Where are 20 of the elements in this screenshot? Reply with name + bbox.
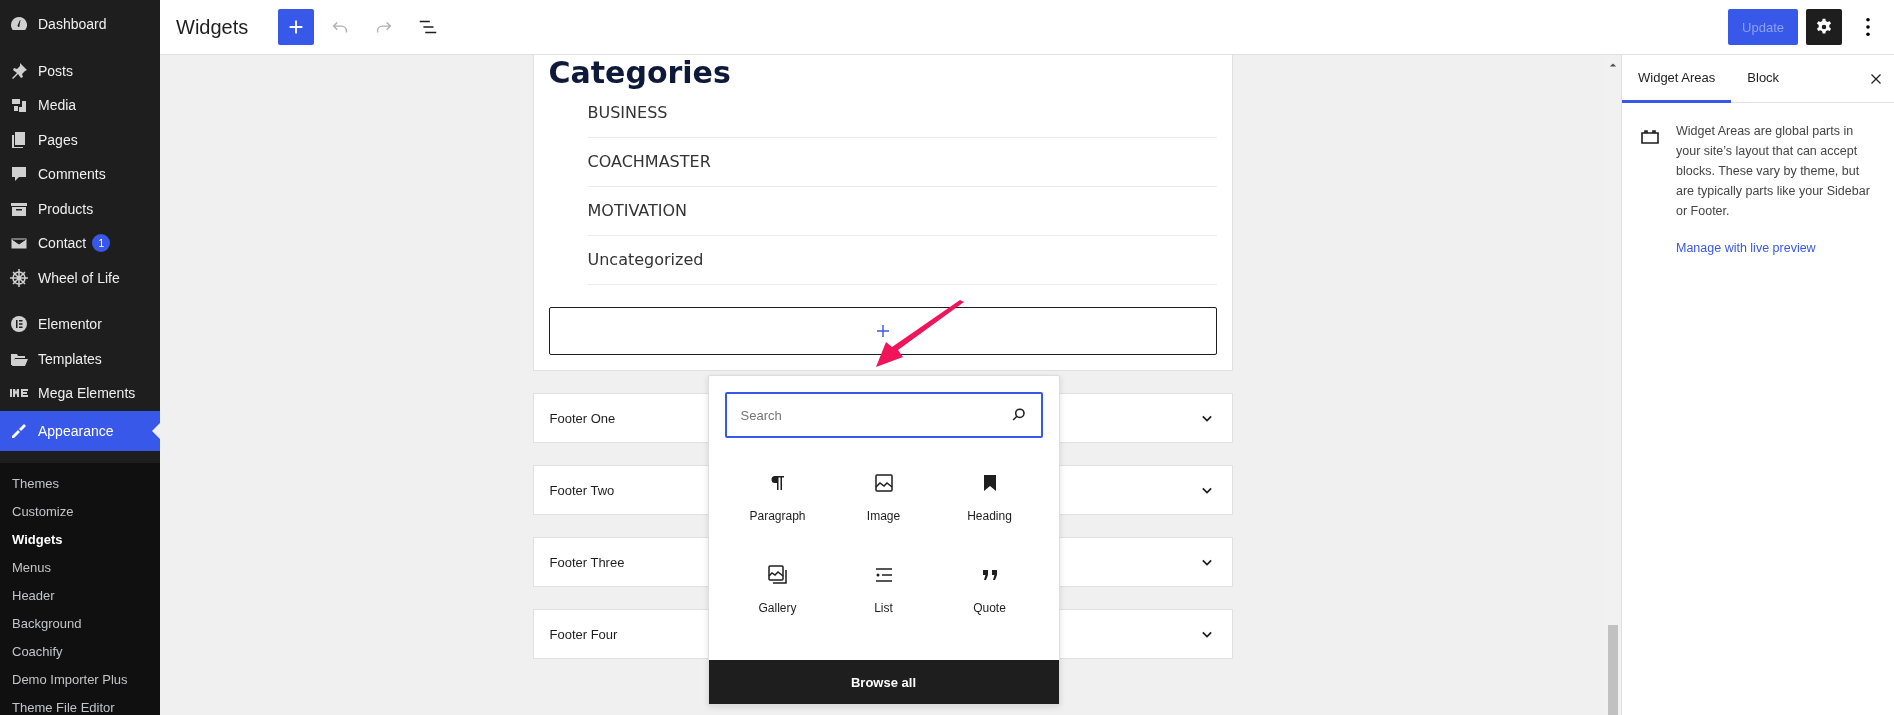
categories-heading: Categories <box>548 55 732 89</box>
menu-label: Dashboard <box>38 16 107 33</box>
widget-area-title: Footer One <box>549 410 616 426</box>
menu-label: Mega Elements <box>38 385 136 402</box>
notification-badge: 1 <box>92 234 111 253</box>
menu-label: Pages <box>38 131 78 148</box>
widget-area-title: Footer Three <box>549 554 625 570</box>
panel-description: Widget Areas are global parts in your site’s layout that can accept blocks. These vary by theme, but are typically parts like your Sidebar or Footer. <box>1676 123 1871 220</box>
menu-label: Appearance <box>38 422 114 439</box>
widget-area-title: Footer Four <box>549 626 618 642</box>
widget-area-title: Footer Two <box>549 482 615 498</box>
menu-label: Media <box>38 97 77 114</box>
menu-label: Elementor <box>38 316 102 333</box>
menu-label: Wheel of Life <box>38 269 120 286</box>
menu-label: Templates <box>38 350 102 367</box>
menu-label: Products <box>38 200 94 217</box>
menu-label: Comments <box>38 166 106 183</box>
menu-label: Posts <box>38 62 73 79</box>
menu-label: Contact <box>38 235 87 252</box>
page-title: Widgets <box>176 15 249 39</box>
